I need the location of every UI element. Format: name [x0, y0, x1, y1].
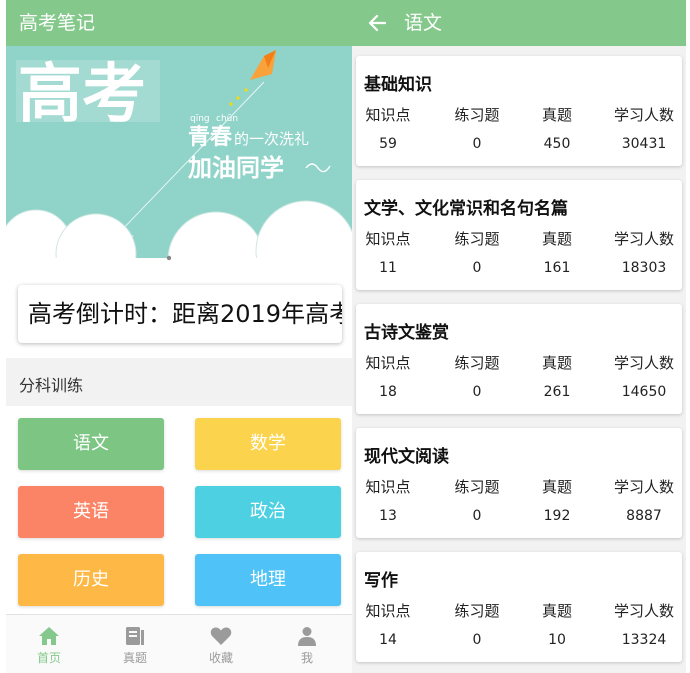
banner-page-indicator[interactable]	[166, 255, 172, 261]
knowledge-count: 14	[379, 632, 397, 648]
stat-label: 知识点	[365, 478, 411, 496]
exercise-count: 0	[472, 136, 482, 152]
knowledge-count: 59	[379, 136, 397, 152]
exercise-count: 0	[472, 260, 482, 276]
subject-button-history[interactable]: 历史	[18, 554, 164, 606]
topic-title: 文学、文化常识和名句名篇	[364, 199, 568, 219]
subject-button-politics[interactable]: 政治	[195, 486, 341, 538]
topic-title: 现代文阅读	[364, 447, 449, 467]
stat-label: 练习题	[454, 106, 500, 124]
stat-label: 练习题	[454, 354, 500, 372]
slogan-small: 的一次洗礼	[234, 130, 309, 148]
exam-count: 161	[543, 260, 571, 276]
section-title: 分科训练	[6, 364, 352, 408]
stat-label: 学习人数	[613, 602, 674, 620]
app-title: 高考笔记	[19, 12, 96, 34]
topic-card[interactable]: 基础知识 知识点 练习题 真题 学习人数 59 0 450 30431	[356, 56, 682, 166]
pinyin-qing: qīng	[190, 114, 210, 124]
home-icon	[39, 627, 59, 645]
chinese-subject-screen: 语文 基础知识 知识点 练习题 真题 学习人数 59 0 450 30431 文…	[352, 0, 686, 673]
subject-button-math[interactable]: 数学	[195, 418, 341, 470]
bottom-navigation: 首页 真题 收藏 我	[6, 614, 352, 673]
stat-label: 学习人数	[613, 478, 674, 496]
subject-title: 语文	[404, 12, 443, 34]
exercise-count: 0	[472, 632, 482, 648]
stat-label: 知识点	[365, 230, 411, 248]
nav-me[interactable]: 我	[264, 615, 350, 673]
stat-label: 练习题	[454, 230, 500, 248]
subject-app-bar: 语文	[352, 0, 686, 46]
stat-label: 真题	[541, 106, 572, 124]
banner-big-text: 高考	[18, 58, 146, 132]
promo-banner[interactable]: 高考 qīng chūn 青春 的一次洗礼 加油同学	[6, 46, 352, 270]
learner-count: 13324	[621, 632, 667, 648]
knowledge-count: 11	[379, 260, 397, 276]
learner-count: 8887	[626, 508, 662, 524]
nav-favorites[interactable]: 收藏	[178, 615, 264, 673]
topic-card[interactable]: 古诗文鉴赏 知识点 练习题 真题 学习人数 18 0 261 14650	[356, 304, 682, 414]
stat-label: 真题	[541, 478, 572, 496]
stat-label: 练习题	[454, 602, 500, 620]
nav-home[interactable]: 首页	[6, 615, 92, 673]
exam-count: 10	[548, 632, 566, 648]
home-screen: 高考笔记 高考 qīng chūn 青春 的一次洗礼 加油同学 高考倒计时：距离…	[6, 0, 352, 673]
exam-count: 192	[543, 508, 571, 524]
exercise-count: 0	[472, 508, 482, 524]
exam-count: 261	[543, 384, 571, 400]
stat-label: 学习人数	[613, 230, 674, 248]
countdown-text: 高考倒计时：距离2019年高考	[18, 285, 342, 343]
stat-label: 知识点	[365, 602, 411, 620]
topic-card[interactable]: 现代文阅读 知识点 练习题 真题 学习人数 13 0 192 8887	[356, 428, 682, 538]
book-icon	[126, 627, 144, 645]
stat-label: 真题	[541, 354, 572, 372]
exam-count: 450	[543, 136, 571, 152]
stat-label: 学习人数	[613, 106, 674, 124]
exercise-count: 0	[472, 384, 482, 400]
subject-button-chinese[interactable]: 语文	[18, 418, 164, 470]
subject-grid: 语文 数学 英语 政治 历史 地理	[6, 406, 352, 614]
app-bar: 高考笔记	[6, 0, 352, 46]
stat-label: 真题	[541, 230, 572, 248]
stat-label: 知识点	[365, 106, 411, 124]
countdown-section: 高考倒计时：距离2019年高考	[6, 270, 352, 358]
kite-icon	[229, 50, 276, 106]
person-icon	[298, 627, 316, 646]
subject-button-english[interactable]: 英语	[18, 486, 164, 538]
topic-title: 基础知识	[364, 75, 432, 95]
stat-label: 练习题	[454, 478, 500, 496]
stat-label: 真题	[541, 602, 572, 620]
topic-title: 写作	[364, 571, 398, 591]
stat-label: 知识点	[365, 354, 411, 372]
learner-count: 14650	[621, 384, 667, 400]
knowledge-count: 18	[379, 384, 397, 400]
stat-label: 学习人数	[613, 354, 674, 372]
back-arrow-icon[interactable]	[366, 12, 388, 34]
slogan-line2: 加油同学	[188, 154, 284, 182]
learner-count: 18303	[621, 260, 667, 276]
pinyin-chun: chūn	[216, 114, 238, 124]
subject-button-geography[interactable]: 地理	[195, 554, 341, 606]
learner-count: 30431	[621, 136, 667, 152]
knowledge-count: 13	[379, 508, 397, 524]
topic-card[interactable]: 写作 知识点 练习题 真题 学习人数 14 0 10 13324	[356, 552, 682, 662]
cloud-decoration	[6, 200, 352, 270]
slogan-main: 青春	[188, 125, 232, 150]
nav-questions[interactable]: 真题	[92, 615, 178, 673]
topic-card[interactable]: 文学、文化常识和名句名篇 知识点 练习题 真题 学习人数 11 0 161 18…	[356, 180, 682, 290]
heart-icon	[210, 627, 232, 645]
topic-title: 古诗文鉴赏	[364, 323, 449, 343]
banner-illustration: 高考 qīng chūn 青春 的一次洗礼 加油同学	[6, 50, 352, 270]
